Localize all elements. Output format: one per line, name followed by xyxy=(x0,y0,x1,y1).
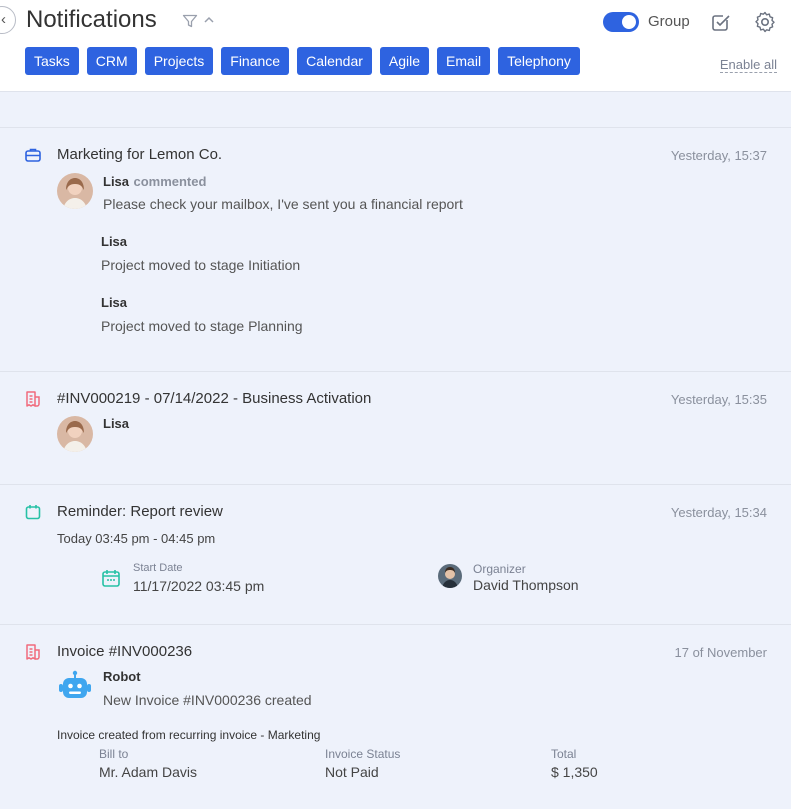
page-title: Notifications xyxy=(26,6,157,33)
enable-all-link[interactable]: Enable all xyxy=(719,57,777,73)
chip-finance[interactable]: Finance xyxy=(221,47,290,75)
organizer-label: Organizer xyxy=(473,562,526,576)
notification-card[interactable]: Invoice #INV000236 17 of November Robot … xyxy=(0,624,791,809)
chip-tasks[interactable]: Tasks xyxy=(25,47,79,75)
notification-title: Invoice #INV000236 xyxy=(57,643,193,660)
chevron-up-icon[interactable] xyxy=(203,13,215,27)
robot-icon xyxy=(59,670,91,698)
notification-title: Reminder: Report review xyxy=(57,503,223,520)
start-date-label: Start Date xyxy=(133,562,183,574)
event-text: Project moved to stage Planning xyxy=(101,318,303,334)
comment-author: Lisa xyxy=(103,174,130,189)
total-label: Total xyxy=(551,747,577,761)
notification-title: Marketing for Lemon Co. xyxy=(57,146,223,163)
back-button[interactable]: ‹ xyxy=(0,6,16,34)
filter-icon[interactable] xyxy=(182,13,198,29)
notification-author: Robot xyxy=(103,669,141,684)
chip-calendar[interactable]: Calendar xyxy=(297,47,372,75)
chevron-left-icon: ‹ xyxy=(1,11,6,28)
gear-icon[interactable] xyxy=(753,10,777,34)
invoice-icon xyxy=(26,391,40,407)
notifications-header: ‹ Notifications Group Tasks CRM Projects… xyxy=(0,0,791,92)
group-toggle[interactable] xyxy=(603,12,639,32)
chip-telephony[interactable]: Telephony xyxy=(498,47,580,75)
avatar xyxy=(57,416,93,452)
notification-card[interactable]: Reminder: Report review Yesterday, 15:34… xyxy=(0,484,791,624)
notification-text: New Invoice #INV000236 created xyxy=(103,692,312,708)
invoice-status-label: Invoice Status xyxy=(325,747,401,761)
event-author: Lisa xyxy=(101,295,128,310)
organizer-name[interactable]: David Thompson xyxy=(473,577,579,593)
event-time-range: Today 03:45 pm - 04:45 pm xyxy=(57,531,216,546)
chip-projects[interactable]: Projects xyxy=(144,47,214,75)
chip-agile[interactable]: Agile xyxy=(379,47,430,75)
group-label: Group xyxy=(648,13,690,30)
notification-card[interactable]: #INV000219 - 07/14/2022 - Business Activ… xyxy=(0,371,791,484)
event-author: Lisa xyxy=(101,234,128,249)
comment-text: Please check your mailbox, I've sent you… xyxy=(103,196,463,212)
avatar xyxy=(438,564,462,588)
calendar-icon xyxy=(102,570,120,587)
toggle-knob xyxy=(622,15,636,29)
bill-to-label: Bill to xyxy=(99,747,129,761)
event-text: Project moved to stage Initiation xyxy=(101,257,301,273)
bill-to-value: Mr. Adam Davis xyxy=(99,764,198,780)
invoice-note: Invoice created from recurring invoice -… xyxy=(57,728,321,742)
notification-time: 17 of November xyxy=(674,645,768,660)
start-date-value: 11/17/2022 03:45 pm xyxy=(133,578,265,594)
mark-all-read-icon[interactable] xyxy=(710,11,732,33)
briefcase-icon xyxy=(25,148,41,162)
chip-email[interactable]: Email xyxy=(437,47,491,75)
notification-time: Yesterday, 15:35 xyxy=(670,392,767,407)
comment-action: commented xyxy=(133,174,207,189)
invoice-icon xyxy=(26,644,40,660)
category-chips: Tasks CRM Projects Finance Calendar Agil… xyxy=(25,47,580,75)
calendar-icon xyxy=(25,505,41,520)
notification-time: Yesterday, 15:34 xyxy=(670,505,767,520)
notification-card[interactable]: Marketing for Lemon Co. Yesterday, 15:37… xyxy=(0,127,791,371)
notification-time: Yesterday, 15:37 xyxy=(670,148,767,163)
chip-crm[interactable]: CRM xyxy=(86,47,137,75)
invoice-status-value: Not Paid xyxy=(325,764,379,780)
total-value: $ 1,350 xyxy=(551,764,598,780)
notification-title: #INV000219 - 07/14/2022 - Business Activ… xyxy=(57,390,372,407)
notification-author: Lisa xyxy=(103,416,130,431)
avatar xyxy=(57,173,93,209)
comment-header: Lisa commented xyxy=(103,173,206,191)
